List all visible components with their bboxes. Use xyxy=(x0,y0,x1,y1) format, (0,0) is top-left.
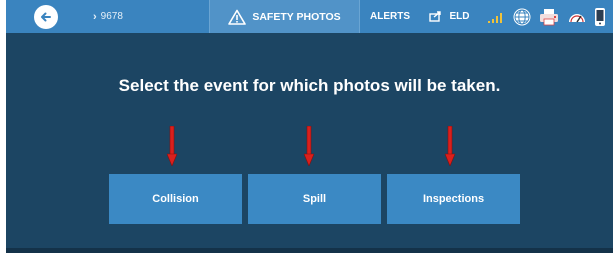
gauge-icon[interactable] xyxy=(566,7,588,27)
back-arrow-icon xyxy=(41,12,51,22)
bottom-strip xyxy=(6,248,613,253)
screen: › 9678 SAFETY PHOTOS ALERTS ELD Select t… xyxy=(0,0,613,253)
page-title: SAFETY PHOTOS xyxy=(252,10,341,23)
alerts-label: ALERTS xyxy=(370,11,410,22)
inspections-button[interactable]: Inspections xyxy=(387,174,520,224)
globe-icon[interactable] xyxy=(512,7,532,27)
vehicle-selector[interactable]: › 9678 xyxy=(93,0,123,33)
page-title-tab: SAFETY PHOTOS xyxy=(209,0,360,33)
arrow-down-icon xyxy=(445,126,455,166)
status-icons xyxy=(486,0,606,33)
signal-icon xyxy=(488,12,502,23)
arrow-down-icon xyxy=(167,126,177,166)
arrow-down-icon xyxy=(304,126,314,166)
eld-button[interactable]: ELD xyxy=(420,0,478,33)
share-icon xyxy=(428,11,441,22)
alerts-button[interactable]: ALERTS xyxy=(360,0,420,33)
top-bar: › 9678 SAFETY PHOTOS ALERTS ELD xyxy=(6,0,613,33)
printer-icon[interactable] xyxy=(538,7,560,27)
chevron-right-icon: › xyxy=(93,10,97,23)
vehicle-id: 9678 xyxy=(100,11,123,22)
collision-button[interactable]: Collision xyxy=(109,174,242,224)
instruction-text: Select the event for which photos will b… xyxy=(118,76,501,95)
phone-icon[interactable] xyxy=(594,7,606,27)
back-button[interactable] xyxy=(34,5,58,29)
eld-label: ELD xyxy=(449,11,470,22)
spill-button[interactable]: Spill xyxy=(248,174,381,224)
warning-icon xyxy=(228,9,247,25)
